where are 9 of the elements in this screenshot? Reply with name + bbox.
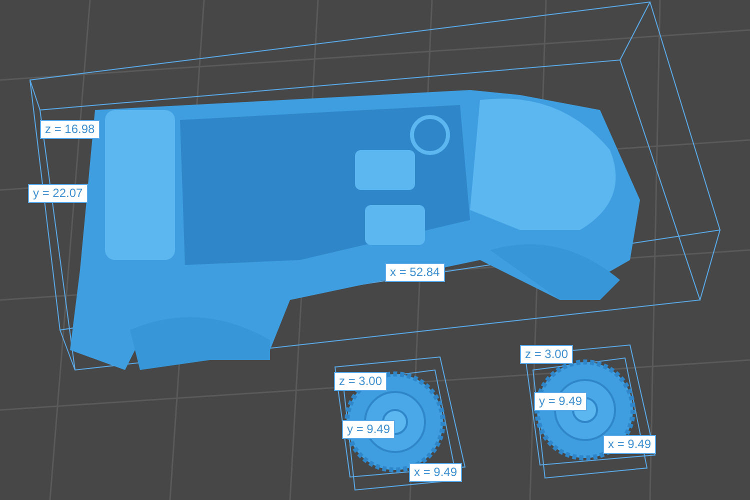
dimension-label: x = 9.49 (603, 435, 656, 454)
dimension-label: z = 3.00 (520, 345, 574, 364)
dimension-label: z = 16.98 (40, 120, 100, 139)
dimension-label: x = 52.84 (385, 263, 445, 282)
dimension-label: y = 22.07 (28, 184, 88, 203)
dimension-label: y = 9.49 (534, 392, 588, 411)
dimension-label: x = 9.49 (409, 463, 462, 482)
dimension-label: y = 9.49 (342, 420, 396, 439)
dimension-label: z = 3.00 (334, 372, 388, 391)
